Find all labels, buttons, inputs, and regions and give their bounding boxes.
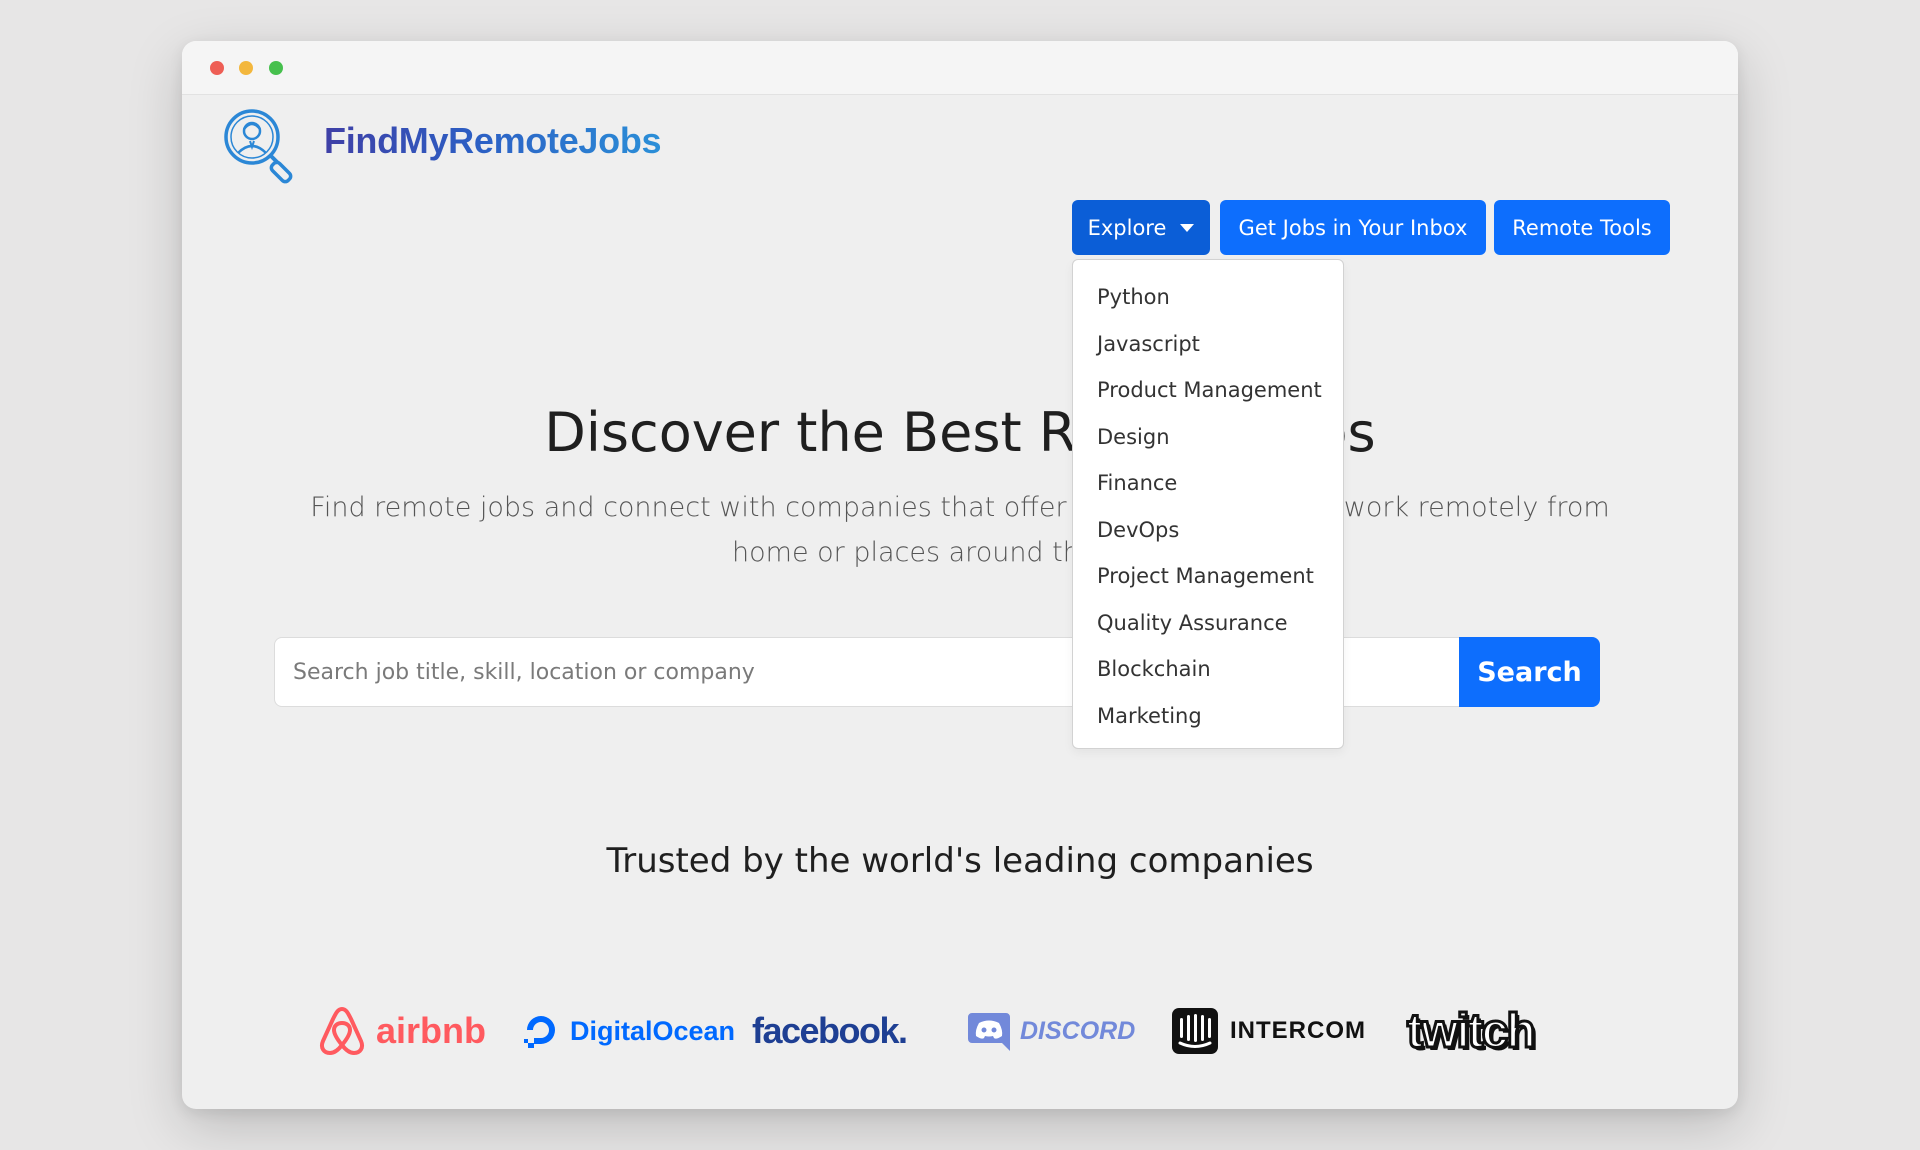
twitch-logo: twitch (1406, 991, 1538, 1071)
digitalocean-wordmark: DigitalOcean (570, 1015, 736, 1046)
explore-dropdown-menu: Python Javascript Product Management Des… (1072, 259, 1344, 749)
discord-icon (968, 1013, 1010, 1051)
close-window-icon[interactable] (210, 61, 224, 75)
airbnb-wordmark: airbnb (376, 1010, 487, 1051)
dropdown-item-quality-assurance[interactable]: Quality Assurance (1073, 600, 1343, 647)
dropdown-item-product-management[interactable]: Product Management (1073, 367, 1343, 414)
dropdown-item-javascript[interactable]: Javascript (1073, 321, 1343, 368)
trusted-heading: Trusted by the world's leading companies (606, 841, 1314, 881)
digitalocean-icon (524, 1016, 555, 1048)
dropdown-item-project-management[interactable]: Project Management (1073, 553, 1343, 600)
minimize-window-icon[interactable] (239, 61, 253, 75)
intercom-wordmark: INTERCOM (1230, 1017, 1366, 1044)
page-title: Discover the Best Remote Jobs (544, 401, 1376, 464)
facebook-logo: facebook. (752, 991, 908, 1071)
magnifier-person-logo-icon[interactable] (222, 107, 302, 187)
airbnb-icon (319, 1007, 365, 1055)
airbnb-logo: airbnb (318, 991, 486, 1071)
maximize-window-icon[interactable] (269, 61, 283, 75)
discord-logo: DISCORD (968, 991, 1135, 1071)
twitch-wordmark: twitch (1406, 1003, 1538, 1059)
brand-name[interactable]: FindMyRemoteJobs (324, 120, 662, 162)
dropdown-item-devops[interactable]: DevOps (1073, 507, 1343, 554)
facebook-wordmark: facebook. (752, 1010, 908, 1051)
explore-dropdown-button[interactable]: Explore (1072, 200, 1210, 255)
remote-tools-button[interactable]: Remote Tools (1494, 200, 1670, 255)
company-logos: airbnb DigitalOcean facebook. DISCORD IN… (182, 991, 1738, 1071)
dropdown-item-marketing[interactable]: Marketing (1073, 693, 1343, 740)
caret-down-icon (1180, 223, 1195, 232)
dropdown-item-finance[interactable]: Finance (1073, 460, 1343, 507)
explore-button-label: Explore (1087, 215, 1167, 240)
dropdown-item-python[interactable]: Python (1073, 274, 1343, 321)
intercom-logo: INTERCOM (1172, 991, 1366, 1071)
dropdown-item-blockchain[interactable]: Blockchain (1073, 646, 1343, 693)
page-subtitle: Find remote jobs and connect with compan… (310, 492, 1610, 568)
digitalocean-logo: DigitalOcean (522, 991, 735, 1071)
get-jobs-inbox-button[interactable]: Get Jobs in Your Inbox (1220, 200, 1486, 255)
browser-window: FindMyRemoteJobs Explore Get Jobs in You… (182, 41, 1738, 1109)
window-titlebar (182, 41, 1738, 95)
dropdown-item-design[interactable]: Design (1073, 414, 1343, 461)
search-button[interactable]: Search (1459, 637, 1600, 707)
intercom-icon (1172, 1008, 1218, 1054)
discord-wordmark: DISCORD (1020, 1016, 1136, 1045)
